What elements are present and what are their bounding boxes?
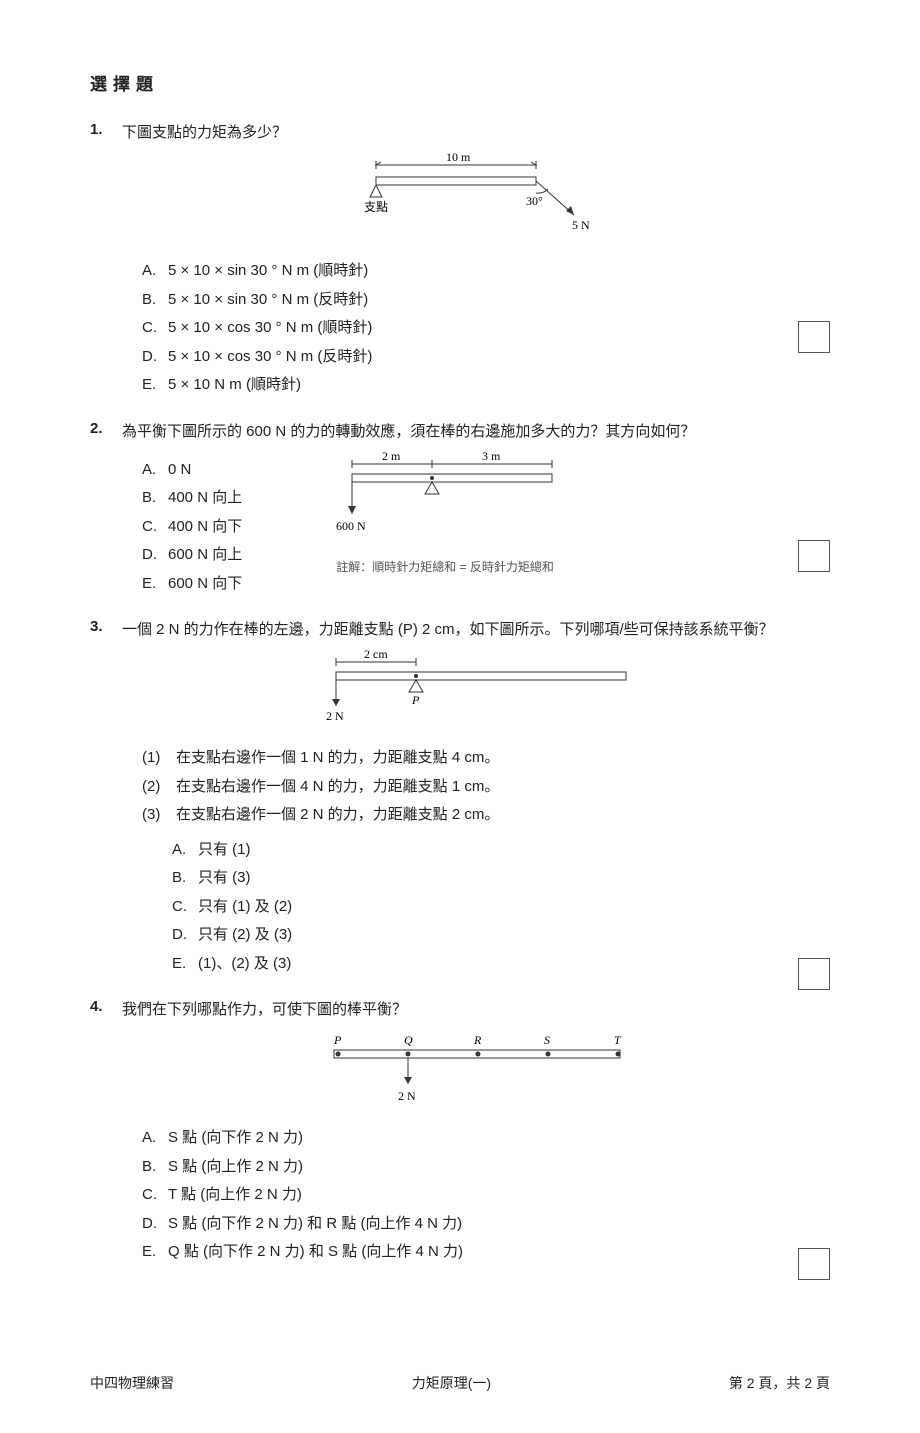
point-label-q: Q: [404, 1033, 413, 1047]
statement-label: (1): [142, 744, 176, 773]
point-label-t: T: [614, 1033, 622, 1047]
option-text: T 點 (向上作 2 N 力): [168, 1181, 302, 1210]
option-text: 只有 (3): [198, 864, 251, 893]
answer-box[interactable]: [798, 540, 830, 572]
option-letter: D.: [142, 541, 168, 570]
option-letter: A.: [142, 1124, 168, 1153]
option-letter: C.: [142, 1181, 168, 1210]
document-page: 選擇題 1. 下圖支點的力矩為多少？ 10 m 支點: [0, 0, 920, 1433]
option-letter: B.: [142, 286, 168, 315]
option-letter: E.: [172, 950, 198, 979]
torque-beam-diagram: 10 m 支點 30° 5 N: [326, 153, 626, 243]
option-text: S 點 (向上作 2 N 力): [168, 1153, 303, 1182]
question-number: 3.: [90, 618, 122, 635]
option-letter: B.: [142, 1153, 168, 1182]
option-text: 5 × 10 × cos 30 ° N m (反時針): [168, 343, 372, 372]
option-text: 600 N 向上: [168, 541, 242, 570]
option-letter: C.: [172, 893, 198, 922]
left-seg-label: 2 m: [382, 449, 401, 463]
footer-center: 力矩原理(一): [412, 1373, 491, 1393]
option-text: 0 N: [168, 456, 191, 485]
section-title: 選擇題: [90, 70, 830, 95]
option-letter: E.: [142, 1238, 168, 1267]
option-text: 只有 (2) 及 (3): [198, 921, 292, 950]
option-letter: D.: [142, 1210, 168, 1239]
page-footer: 中四物理練習 力矩原理(一) 第 2 頁，共 2 頁: [90, 1373, 830, 1393]
question-stem: 一個 2 N 的力作在棒的左邊，力距離支點 (P) 2 cm，如下圖所示。下列哪…: [122, 618, 830, 642]
beam-length-label: 10 m: [446, 150, 471, 164]
option-text: Q 點 (向下作 2 N 力) 和 S 點 (向上作 4 N 力): [168, 1238, 463, 1267]
option-text: S 點 (向下作 2 N 力) 和 R 點 (向上作 4 N 力): [168, 1210, 462, 1239]
answer-box[interactable]: [798, 958, 830, 990]
footer-left: 中四物理練習: [90, 1373, 174, 1393]
question-stem: 下圖支點的力矩為多少？: [122, 121, 830, 145]
force-label: 600 N: [336, 519, 366, 533]
option-text: (1)、(2) 及 (3): [198, 950, 291, 979]
option-letter: B.: [172, 864, 198, 893]
question-stem: 為平衡下圖所示的 600 N 的力的轉動效應，須在棒的右邊施加多大的力？其方向如…: [122, 420, 830, 444]
force-label: 2 N: [398, 1089, 416, 1103]
footer-right: 第 2 頁，共 2 頁: [729, 1373, 830, 1393]
hint-text: 註解：順時針力矩總和 = 反時針力矩總和: [336, 558, 602, 575]
option-letter: D.: [142, 343, 168, 372]
answer-box[interactable]: [798, 321, 830, 353]
option-letter: A.: [172, 836, 198, 865]
question-1: 1. 下圖支點的力矩為多少？ 10 m 支點: [90, 121, 830, 400]
point-label-s: S: [544, 1033, 550, 1047]
option-letter: A.: [142, 456, 168, 485]
question-number: 1.: [90, 121, 122, 138]
option-letter: C.: [142, 513, 168, 542]
option-text: 600 N 向下: [168, 570, 242, 599]
left-seg-label: 2 cm: [364, 647, 388, 661]
point-label-r: R: [473, 1033, 482, 1047]
right-seg-label: 3 m: [482, 449, 501, 463]
angle-label: 30°: [526, 194, 543, 208]
option-text: 5 × 10 N m (順時針): [168, 371, 301, 400]
option-text: 5 × 10 × sin 30 ° N m (反時針): [168, 286, 368, 315]
option-letter: D.: [172, 921, 198, 950]
option-text: 只有 (1) 及 (2): [198, 893, 292, 922]
statements-list: (1)在支點右邊作一個 1 N 的力，力距離支點 4 cm。 (2)在支點右邊作…: [142, 744, 830, 830]
answer-box[interactable]: [798, 1248, 830, 1280]
options-list: A.只有 (1) B.只有 (3) C.只有 (1) 及 (2) D.只有 (2…: [172, 836, 830, 979]
option-text: 5 × 10 × sin 30 ° N m (順時針): [168, 257, 368, 286]
statement-text: 在支點右邊作一個 1 N 的力，力距離支點 4 cm。: [176, 744, 499, 773]
option-text: 400 N 向下: [168, 513, 242, 542]
statement-text: 在支點右邊作一個 2 N 的力，力距離支點 2 cm。: [176, 801, 499, 830]
force-label: 2 N: [326, 709, 344, 723]
question-2: 2. 為平衡下圖所示的 600 N 的力的轉動效應，須在棒的右邊施加多大的力？其…: [90, 420, 830, 599]
force-label: 5 N: [572, 218, 590, 232]
statement-text: 在支點右邊作一個 4 N 的力，力距離支點 1 cm。: [176, 773, 499, 802]
statement-label: (3): [142, 801, 176, 830]
option-letter: C.: [142, 314, 168, 343]
option-text: 400 N 向上: [168, 484, 242, 513]
statement-label: (2): [142, 773, 176, 802]
option-letter: B.: [142, 484, 168, 513]
option-text: 5 × 10 × cos 30 ° N m (順時針): [168, 314, 372, 343]
question-number: 4.: [90, 998, 122, 1015]
lever-p-diagram: 2 cm P 2 N: [296, 650, 656, 730]
options-list: A.S 點 (向下作 2 N 力) B.S 點 (向上作 2 N 力) C.T …: [142, 1124, 830, 1267]
options-list: A.0 N B.400 N 向上 C.400 N 向下 D.600 N 向上 E…: [142, 456, 242, 599]
balance-beam-diagram: 2 m 3 m 600 N: [322, 452, 602, 542]
question-stem: 我們在下列哪點作力，可使下圖的棒平衡？: [122, 998, 830, 1022]
option-text: 只有 (1): [198, 836, 251, 865]
options-list: A.5 × 10 × sin 30 ° N m (順時針) B.5 × 10 ×…: [142, 257, 830, 400]
fulcrum-label: 支點: [364, 200, 388, 214]
question-number: 2.: [90, 420, 122, 437]
points-beam-diagram: P Q R S T 2 N: [306, 1030, 646, 1110]
option-letter: A.: [142, 257, 168, 286]
question-3: 3. 一個 2 N 的力作在棒的左邊，力距離支點 (P) 2 cm，如下圖所示。…: [90, 618, 830, 978]
option-letter: E.: [142, 371, 168, 400]
point-label-p: P: [333, 1033, 342, 1047]
pivot-label: P: [411, 693, 420, 707]
option-letter: E.: [142, 570, 168, 599]
option-text: S 點 (向下作 2 N 力): [168, 1124, 303, 1153]
question-4: 4. 我們在下列哪點作力，可使下圖的棒平衡？ P Q R S T: [90, 998, 830, 1267]
